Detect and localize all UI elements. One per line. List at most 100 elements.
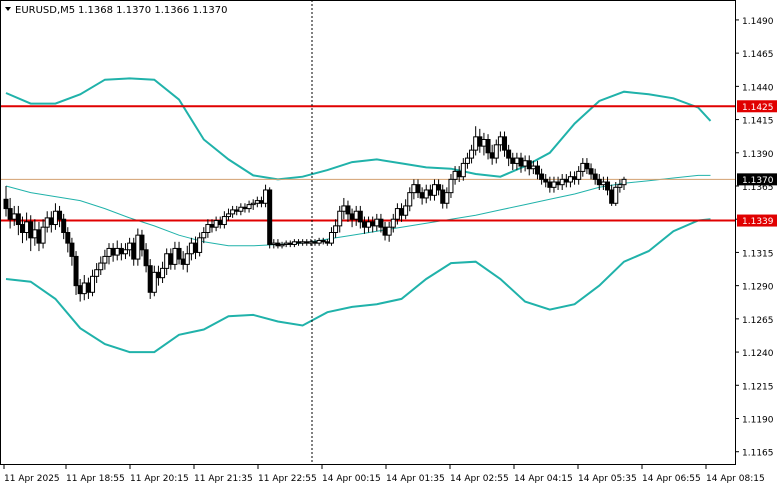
candle-body — [403, 205, 409, 216]
candle-body — [225, 213, 231, 218]
x-tick-label: 14 Apr 08:15 — [706, 474, 765, 484]
candle-body — [473, 136, 479, 151]
candle-body — [543, 178, 549, 183]
candle-body — [205, 224, 211, 233]
candle-body — [370, 221, 376, 227]
candle-body — [242, 206, 248, 210]
candle-body — [431, 184, 437, 196]
candle-body — [77, 285, 83, 295]
y-tick-label: 1.1165 — [742, 449, 774, 459]
candle-body — [469, 149, 475, 159]
candle-body — [271, 242, 277, 245]
x-tick-label: 14 Apr 06:55 — [642, 474, 701, 484]
candle-body — [52, 210, 58, 226]
candle-body — [514, 157, 520, 164]
candle-body — [184, 253, 190, 265]
candle-body — [94, 269, 100, 277]
candle-body — [135, 234, 141, 260]
candle-body — [415, 184, 421, 194]
x-tick-label: 14 Apr 00:15 — [322, 474, 381, 484]
candle-body — [485, 139, 491, 154]
candle-body — [621, 178, 627, 186]
candle-body — [230, 209, 236, 215]
candle-body — [234, 209, 240, 212]
candle-body — [497, 136, 503, 146]
candle-body — [32, 229, 38, 239]
candle-body — [85, 282, 91, 293]
candle-body — [296, 241, 302, 244]
candle-body — [250, 202, 256, 206]
candle-body — [15, 213, 21, 226]
candle-body — [572, 176, 578, 180]
candle-body — [510, 157, 516, 164]
candle-body — [440, 189, 446, 204]
x-tick-label: 11 Apr 2025 — [4, 474, 60, 484]
candle-body — [221, 216, 227, 226]
candle-body — [263, 189, 269, 204]
candle-body — [361, 221, 367, 228]
x-tick-label: 14 Apr 02:55 — [450, 474, 509, 484]
candle-body — [506, 149, 512, 159]
candle-body — [345, 205, 351, 215]
candle-body — [279, 243, 285, 247]
candle-body — [584, 162, 590, 170]
candle-body — [353, 210, 359, 220]
candle-body — [69, 242, 75, 257]
level-tag-label: 1.1425 — [742, 103, 774, 113]
y-tick-label: 1.1465 — [742, 50, 774, 60]
candle-64 — [267, 187, 273, 249]
candle-body — [489, 152, 495, 159]
candle-body — [283, 242, 289, 245]
candle-body — [168, 253, 174, 265]
candle-body — [551, 181, 557, 188]
candle-body — [40, 226, 46, 244]
price-chart[interactable]: 1.14901.14651.14401.14151.13901.13651.13… — [0, 0, 781, 489]
candle-body — [11, 213, 17, 220]
candle-body — [209, 224, 215, 228]
candle-body — [374, 218, 380, 227]
candle-body — [65, 232, 71, 244]
candle-body — [131, 242, 137, 260]
candle-body — [399, 208, 405, 216]
ohlc-label: 1.1368 1.1370 1.1366 1.1370 — [78, 5, 228, 16]
candle-body — [337, 210, 343, 227]
candle-body — [444, 192, 450, 204]
candle-body — [98, 262, 104, 271]
y-tick-label: 1.1190 — [742, 416, 774, 426]
candle-body — [613, 186, 619, 204]
candle-body — [28, 221, 34, 239]
candle-body — [180, 258, 186, 265]
candle-body — [493, 144, 499, 159]
candle-body — [176, 247, 182, 260]
candle-body — [522, 160, 528, 167]
candle-body — [600, 181, 606, 186]
candle-body — [188, 242, 194, 255]
candle-body — [390, 218, 396, 228]
candle-body — [155, 271, 161, 279]
candle-body — [44, 217, 50, 228]
candle-body — [36, 229, 42, 244]
candle-body — [197, 237, 203, 253]
x-tick-label: 14 Apr 05:35 — [578, 474, 637, 484]
candle-body — [217, 220, 223, 226]
y-tick-label: 1.1490 — [742, 17, 774, 27]
candle-body — [456, 170, 462, 178]
candle-body — [139, 234, 145, 251]
candle-body — [460, 162, 466, 178]
candle-body — [151, 271, 157, 293]
candle-body — [201, 232, 207, 239]
x-tick-label: 14 Apr 01:35 — [386, 474, 445, 484]
current-price-tag-label: 1.1370 — [742, 176, 774, 186]
candle-body — [411, 184, 417, 194]
candle-body — [481, 139, 487, 147]
candle-body — [341, 205, 347, 212]
candle-body — [526, 160, 532, 170]
candle-body — [588, 168, 594, 175]
candle-body — [555, 181, 561, 186]
candle-body — [382, 226, 388, 236]
chart-header: EURUSD,M5 1.1368 1.1370 1.1366 1.1370 — [5, 5, 228, 16]
candle-body — [291, 241, 297, 245]
candle-body — [81, 282, 87, 295]
y-tick-label: 1.1440 — [742, 83, 774, 93]
candle-body — [238, 206, 244, 212]
